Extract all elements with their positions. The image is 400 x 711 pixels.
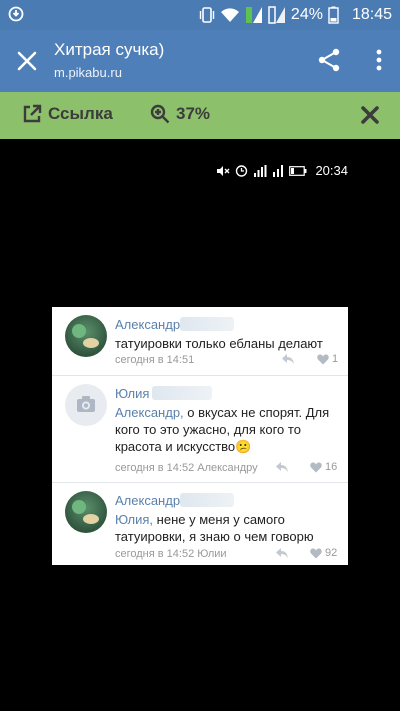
zoom-level: 37%: [176, 104, 211, 123]
page-title: Хитрая сучка): [54, 40, 165, 59]
redacted-surname: [180, 317, 234, 331]
link-label: Ссылка: [48, 104, 113, 123]
comments-card: Александр татуировки только ебланы делаю…: [52, 307, 348, 565]
emoji: 😕: [235, 439, 252, 454]
more-options-icon[interactable]: [374, 47, 384, 73]
alarm-icon: [236, 165, 248, 177]
signal-icon: [254, 164, 267, 177]
comment: Александр татуировки только ебланы делаю…: [52, 307, 348, 375]
author-name[interactable]: Александр: [115, 317, 180, 332]
external-link-icon: [23, 104, 42, 123]
author-name[interactable]: Юлия: [115, 386, 149, 401]
mention-link[interactable]: Юлия,: [115, 512, 153, 527]
zoom-in-icon: [150, 104, 170, 124]
like-count: 16: [325, 461, 338, 473]
app-bar: Хитрая сучка) m.pikabu.ru: [0, 30, 400, 92]
avatar-image: [72, 324, 99, 348]
signal-1-icon: [245, 7, 262, 23]
camera-icon: [77, 396, 95, 412]
heart-icon: [317, 354, 329, 364]
redacted-surname: [152, 386, 212, 400]
clock: 18:45: [351, 6, 392, 23]
comment: Александр Юлия, нене у меня у самого тат…: [52, 483, 348, 565]
like-count: 1: [332, 353, 339, 365]
signal-2-icon: [273, 164, 284, 177]
heart-icon: [310, 462, 322, 472]
embedded-status-bar: 20:34: [216, 163, 348, 178]
comment-text: Юлия, нене у меня у самого татуировки, я…: [115, 511, 340, 545]
reply-icon[interactable]: [275, 547, 289, 559]
heart-icon: [310, 548, 322, 558]
mute-icon: [217, 165, 230, 176]
vibrate-icon: [199, 7, 215, 23]
comment-text: Александр, о вкусах не спорят. Для кого …: [115, 404, 340, 455]
image-toolbar: Ссылка 37%: [0, 92, 400, 139]
battery-percent: 24%: [290, 6, 323, 23]
comment: Юлия Александр, о вкусах не спорят. Для …: [52, 376, 348, 482]
signal-2-icon: [268, 6, 285, 24]
close-toolbar-icon[interactable]: [360, 105, 380, 125]
reply-icon[interactable]: [275, 461, 289, 473]
zoom-button[interactable]: 37%: [150, 104, 210, 124]
avatar[interactable]: [65, 491, 107, 533]
comment-text: татуировки только ебланы делают: [115, 336, 323, 351]
battery-icon: [289, 165, 307, 176]
comment-meta: сегодня в 14:52 Юлии: [115, 548, 227, 560]
reply-icon[interactable]: [281, 353, 295, 365]
avatar-image: [72, 500, 99, 524]
sync-icon: [8, 6, 24, 22]
comment-meta: сегодня в 14:51: [115, 354, 195, 366]
like-count: 92: [325, 547, 338, 559]
avatar[interactable]: [65, 315, 107, 357]
like-counter[interactable]: 1: [317, 353, 338, 365]
share-icon[interactable]: [316, 47, 342, 73]
author-name[interactable]: Александр: [115, 493, 180, 508]
like-counter[interactable]: 16: [310, 461, 337, 473]
page-url: m.pikabu.ru: [54, 65, 122, 80]
like-counter[interactable]: 92: [310, 547, 337, 559]
close-icon[interactable]: [14, 48, 40, 74]
comment-meta: сегодня в 14:52 Александру: [115, 462, 258, 474]
avatar[interactable]: [65, 384, 107, 426]
battery-icon: [328, 6, 339, 24]
mention-link[interactable]: Александр,: [115, 405, 184, 420]
wifi-icon: [220, 8, 239, 22]
status-bar: 24% 18:45: [0, 0, 400, 30]
redacted-surname: [180, 493, 234, 507]
link-button[interactable]: Ссылка: [22, 104, 113, 124]
embedded-clock: 20:34: [315, 163, 348, 178]
